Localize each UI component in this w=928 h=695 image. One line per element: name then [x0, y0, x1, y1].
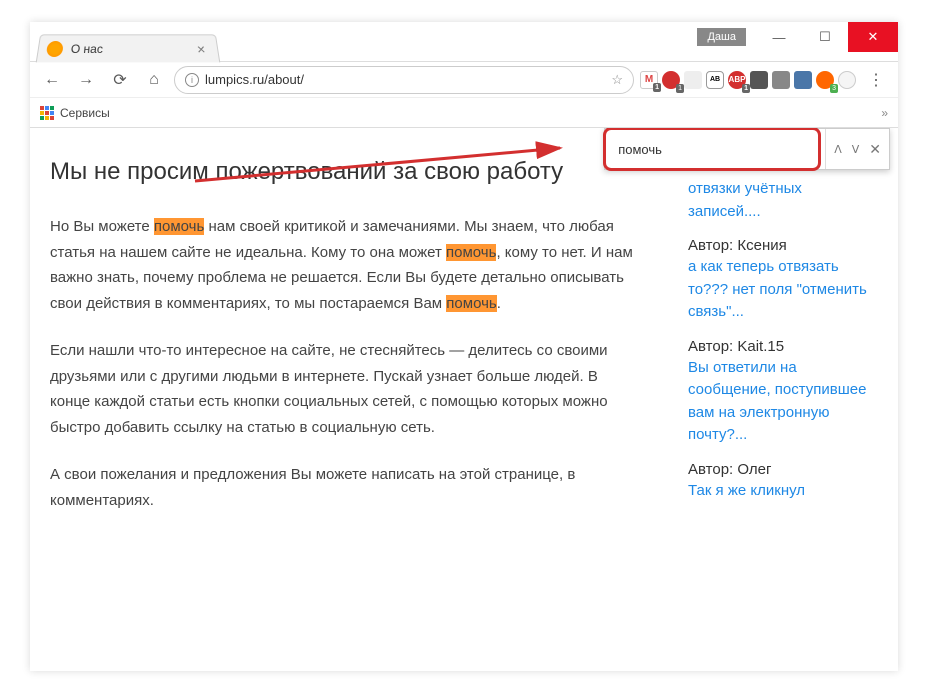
maximize-button[interactable]: ☐ — [802, 22, 848, 52]
page-content: ᐱ ᐯ ✕ Мы не просим пожертвований за свою… — [30, 128, 898, 671]
find-next-button[interactable]: ᐯ — [852, 143, 860, 156]
minimize-button[interactable]: — — [756, 22, 802, 52]
browser-window: О нас × Даша — ☐ ✕ ← → ⟳ ⌂ i lumpics.ru/… — [30, 22, 898, 671]
bookmarks-overflow-icon[interactable]: » — [881, 106, 888, 120]
adblock-icon[interactable]: ABP1 — [728, 71, 746, 89]
comment-author: Автор: Олег — [688, 461, 878, 478]
tab-title: О нас — [70, 42, 103, 56]
back-button[interactable]: ← — [38, 66, 66, 94]
comment-link[interactable]: Вы ответили на сообщение, поступившее ва… — [688, 357, 878, 447]
paragraph: Если нашли что-то интересное на сайте, н… — [50, 338, 640, 440]
extension-icon[interactable]: 3 — [816, 71, 834, 89]
address-bar: ← → ⟳ ⌂ i lumpics.ru/about/ ☆ M1 1 AB AB… — [30, 62, 898, 98]
site-info-icon[interactable]: i — [185, 73, 199, 87]
find-in-page-bar: ᐱ ᐯ ✕ — [604, 128, 890, 170]
reload-button[interactable]: ⟳ — [106, 66, 134, 94]
find-close-button[interactable]: ✕ — [869, 141, 881, 158]
comment-author: Автор: Kait.15 — [688, 338, 878, 355]
extension-icons: M1 1 AB ABP1 3 — [640, 71, 856, 89]
badge: 1 — [676, 84, 684, 93]
badge: 1 — [653, 83, 661, 92]
favicon-icon — [46, 41, 63, 57]
extension-icon[interactable]: 1 — [662, 71, 680, 89]
paragraph: А свои пожелания и предложения Вы можете… — [50, 462, 640, 513]
extension-icon[interactable] — [838, 71, 856, 89]
extension-icon[interactable] — [772, 71, 790, 89]
bookmark-star-icon[interactable]: ☆ — [611, 72, 623, 88]
forward-button[interactable]: → — [72, 66, 100, 94]
profile-badge[interactable]: Даша — [697, 28, 746, 46]
article-main: Мы не просим пожертвований за свою работ… — [30, 128, 688, 671]
tab-close-button[interactable]: × — [192, 41, 210, 57]
comment-link[interactable]: а как теперь отвязать то??? нет поля "от… — [688, 256, 878, 324]
extension-icon[interactable] — [684, 71, 702, 89]
vk-icon[interactable] — [794, 71, 812, 89]
menu-button[interactable]: ⋮ — [862, 66, 890, 94]
close-window-button[interactable]: ✕ — [848, 22, 898, 52]
titlebar: О нас × Даша — ☐ ✕ — [30, 22, 898, 62]
comment-author: Автор: Ксения — [688, 237, 878, 254]
browser-tab[interactable]: О нас × — [36, 34, 221, 62]
find-prev-button[interactable]: ᐱ — [834, 143, 842, 156]
window-controls: Даша — ☐ ✕ — [697, 22, 898, 52]
comments-sidebar: отвязки учётных записей.... Автор: Ксени… — [688, 128, 898, 671]
paragraph: Но Вы можете помочь нам своей критикой и… — [50, 214, 640, 316]
apps-label[interactable]: Сервисы — [60, 106, 110, 120]
url-text: lumpics.ru/about/ — [205, 72, 304, 87]
comment-link[interactable]: отвязки учётных записей.... — [688, 178, 878, 223]
comment-link[interactable]: Так я же кликнул — [688, 480, 878, 503]
find-input[interactable] — [610, 136, 800, 163]
badge: 1 — [742, 84, 750, 93]
search-highlight: помочь — [154, 218, 204, 235]
search-highlight: помочь — [446, 295, 496, 312]
search-highlight: помочь — [446, 244, 496, 261]
apps-icon[interactable] — [40, 106, 54, 120]
extension-icon[interactable] — [750, 71, 768, 89]
badge: 3 — [830, 84, 838, 93]
omnibox[interactable]: i lumpics.ru/about/ ☆ — [174, 66, 634, 94]
page-heading: Мы не просим пожертвований за свою работ… — [50, 158, 668, 186]
home-button[interactable]: ⌂ — [140, 66, 168, 94]
bookmarks-bar: Сервисы » — [30, 98, 898, 128]
